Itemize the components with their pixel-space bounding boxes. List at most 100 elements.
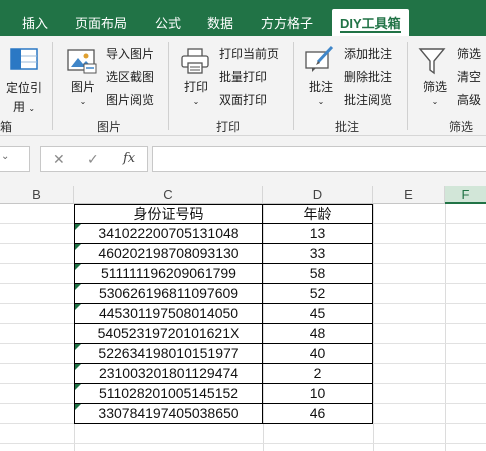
id-cell[interactable]: 460202198708093130 bbox=[75, 244, 263, 263]
error-indicator-icon bbox=[75, 364, 81, 370]
group-separator bbox=[407, 42, 408, 130]
header-id-number[interactable]: 身份证号码 bbox=[75, 205, 263, 224]
table-row: 511111196209061799 58 bbox=[74, 264, 373, 284]
column-header-e[interactable]: E bbox=[373, 186, 445, 204]
error-indicator-icon bbox=[75, 224, 81, 230]
chevron-down-icon: ⌄ bbox=[431, 97, 439, 106]
enter-check-icon[interactable]: ✓ bbox=[87, 151, 99, 168]
print-current-page-button[interactable]: 打印当前页 bbox=[219, 45, 279, 62]
age-cell[interactable]: 48 bbox=[263, 324, 372, 343]
age-cell[interactable]: 33 bbox=[263, 244, 372, 263]
picture-browse-button[interactable]: 图片阅览 bbox=[106, 91, 154, 108]
tab-page-layout[interactable]: 页面布局 bbox=[75, 13, 127, 32]
group-separator bbox=[293, 42, 294, 130]
print-button[interactable]: 打印 ⌄ bbox=[181, 78, 211, 106]
cancel-icon[interactable]: ✕ bbox=[53, 151, 65, 168]
error-indicator-icon bbox=[75, 284, 81, 290]
delete-comment-button[interactable]: 删除批注 bbox=[344, 68, 392, 85]
table-header-row: 身份证号码 年龄 bbox=[74, 204, 373, 224]
group-label-filter: 筛选 bbox=[449, 120, 474, 134]
age-cell[interactable]: 46 bbox=[263, 404, 372, 423]
advanced-filter-button[interactable]: 高级 bbox=[457, 91, 481, 108]
duplex-print-button[interactable]: 双面打印 bbox=[219, 91, 267, 108]
locate-reference-label-2: 用 bbox=[12, 100, 25, 114]
age-cell[interactable]: 40 bbox=[263, 344, 372, 363]
batch-print-button[interactable]: 批量打印 bbox=[219, 68, 267, 85]
column-header-b[interactable]: B bbox=[0, 186, 74, 204]
name-box[interactable]: ⌄ bbox=[0, 146, 30, 172]
id-cell[interactable]: 445301197508014050 bbox=[75, 304, 263, 323]
clear-filter-button[interactable]: 清空 bbox=[457, 68, 481, 85]
formula-buttons: ✕ ✓ fx bbox=[40, 146, 148, 172]
printer-icon bbox=[180, 48, 210, 77]
table-row: 54052319720101621X 48 bbox=[74, 324, 373, 344]
id-cell[interactable]: 511028201005145152 bbox=[75, 384, 263, 403]
group-separator bbox=[168, 42, 169, 130]
group-separator bbox=[52, 42, 53, 130]
locate-reference-label-1: 定位引 bbox=[5, 81, 42, 95]
chevron-down-icon: ⌄ bbox=[28, 104, 36, 113]
column-header-c[interactable]: C bbox=[74, 186, 263, 204]
id-cell[interactable]: 330784197405038650 bbox=[75, 404, 263, 423]
id-cell[interactable]: 511111196209061799 bbox=[75, 264, 263, 283]
age-cell[interactable]: 2 bbox=[263, 364, 372, 383]
id-cell[interactable]: 530626196811097609 bbox=[75, 284, 263, 303]
filter-funnel-icon bbox=[418, 46, 446, 79]
error-indicator-icon bbox=[75, 304, 81, 310]
worksheet-grid[interactable]: 身份证号码 年龄 341022200705131048 13 460202198… bbox=[0, 204, 486, 451]
comment-pen-icon bbox=[304, 44, 336, 77]
table-row: 522634198010151977 40 bbox=[74, 344, 373, 364]
group-label-comment: 批注 bbox=[335, 120, 360, 134]
insert-function-icon[interactable]: fx bbox=[123, 151, 135, 166]
print-label: 打印 bbox=[183, 80, 208, 94]
tab-insert[interactable]: 插入 bbox=[22, 13, 48, 32]
header-age[interactable]: 年龄 bbox=[263, 205, 372, 224]
column-header-f[interactable]: F bbox=[445, 186, 486, 204]
table-row: 530626196811097609 52 bbox=[74, 284, 373, 304]
error-indicator-icon bbox=[75, 384, 81, 390]
tab-diy-toolbox[interactable]: DIY工具箱 bbox=[332, 9, 409, 36]
formula-bar-area: ⌄ ✕ ✓ fx bbox=[0, 136, 486, 186]
chevron-down-icon[interactable]: ⌄ bbox=[1, 151, 9, 162]
id-cell[interactable]: 54052319720101621X bbox=[75, 324, 263, 343]
picture-icon bbox=[66, 46, 98, 77]
error-indicator-icon bbox=[75, 404, 81, 410]
chevron-down-icon: ⌄ bbox=[79, 97, 87, 106]
filter-button[interactable]: 筛选 ⌄ bbox=[420, 78, 450, 106]
add-comment-button[interactable]: 添加批注 bbox=[344, 45, 392, 62]
table-row: 511028201005145152 10 bbox=[74, 384, 373, 404]
table-row: 460202198708093130 33 bbox=[74, 244, 373, 264]
table-row: 330784197405038650 46 bbox=[74, 404, 373, 424]
filter-item-button[interactable]: 筛选 bbox=[457, 45, 481, 62]
picture-button[interactable]: 图片 ⌄ bbox=[68, 78, 98, 106]
id-cell[interactable]: 522634198010151977 bbox=[75, 344, 263, 363]
age-cell[interactable]: 58 bbox=[263, 264, 372, 283]
age-cell[interactable]: 10 bbox=[263, 384, 372, 403]
tab-data[interactable]: 数据 bbox=[207, 13, 233, 32]
locate-reference-icon bbox=[10, 48, 38, 73]
age-cell[interactable]: 52 bbox=[263, 284, 372, 303]
chevron-down-icon: ⌄ bbox=[317, 97, 325, 106]
import-picture-button[interactable]: 导入图片 bbox=[106, 45, 154, 62]
error-indicator-icon bbox=[75, 244, 81, 250]
table-row: 341022200705131048 13 bbox=[74, 224, 373, 244]
formula-input[interactable] bbox=[152, 146, 486, 172]
age-cell[interactable]: 45 bbox=[263, 304, 372, 323]
comment-label: 批注 bbox=[308, 80, 333, 94]
id-cell[interactable]: 231003201801129474 bbox=[75, 364, 263, 383]
comment-browse-button[interactable]: 批注阅览 bbox=[344, 91, 392, 108]
ribbon: 定位引 用 ⌄ 箱 图片 ⌄ 导入图片 选区截图 图片阅览 图片 打印 ⌄ 打印… bbox=[0, 36, 486, 136]
tab-formulas[interactable]: 公式 bbox=[155, 13, 181, 32]
ribbon-tab-bar: 插入 页面布局 公式 数据 方方格子 DIY工具箱 bbox=[0, 0, 486, 36]
chevron-down-icon: ⌄ bbox=[192, 97, 200, 106]
comment-button[interactable]: 批注 ⌄ bbox=[306, 78, 336, 106]
error-indicator-icon bbox=[75, 344, 81, 350]
table-row: 445301197508014050 45 bbox=[74, 304, 373, 324]
tab-fangfang[interactable]: 方方格子 bbox=[261, 13, 313, 32]
column-header-d[interactable]: D bbox=[263, 186, 373, 204]
age-cell[interactable]: 13 bbox=[263, 224, 372, 243]
locate-reference-button[interactable]: 定位引 用 ⌄ bbox=[4, 79, 44, 115]
region-screenshot-button[interactable]: 选区截图 bbox=[106, 68, 154, 85]
filter-label: 筛选 bbox=[422, 80, 447, 94]
id-cell[interactable]: 341022200705131048 bbox=[75, 224, 263, 243]
